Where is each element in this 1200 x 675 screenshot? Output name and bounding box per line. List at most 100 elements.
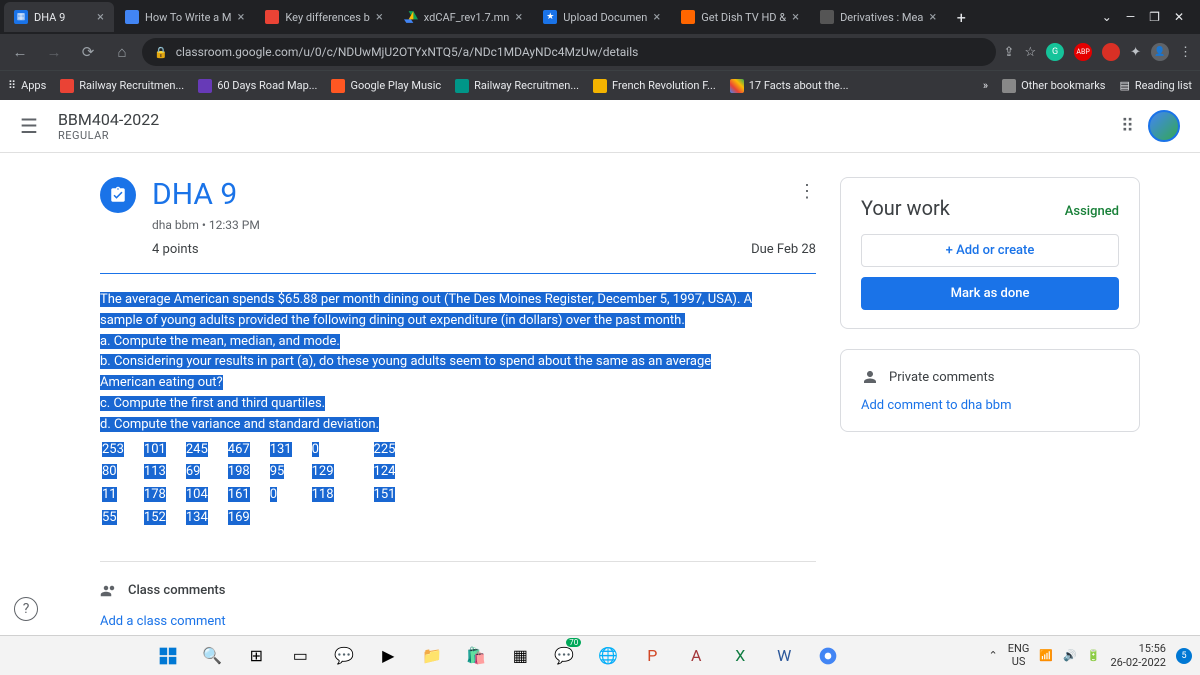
close-icon[interactable]: × <box>653 10 660 25</box>
file-explorer-icon[interactable]: 📁 <box>413 640 451 672</box>
close-icon[interactable]: × <box>97 10 104 25</box>
media-player-icon[interactable]: ▶ <box>369 640 407 672</box>
close-icon[interactable]: × <box>792 10 799 25</box>
extension-icons: ⇪ ☆ G ABP ✦ 👤 ⋮ <box>1004 43 1192 61</box>
bookmarks-overflow[interactable]: » <box>983 79 988 92</box>
bookmark-item[interactable]: Railway Recruitmen... <box>455 79 579 93</box>
grammarly-icon[interactable]: G <box>1046 43 1064 61</box>
minimize-icon[interactable]: — <box>1126 10 1135 24</box>
tab-title: How To Write a M <box>145 11 231 24</box>
app-icon[interactable]: ▦ <box>501 640 539 672</box>
home-button[interactable]: ⌂ <box>110 43 134 61</box>
bookmarks-bar: ⠿Apps Railway Recruitmen... 60 Days Road… <box>0 70 1200 100</box>
due-label: Due Feb 28 <box>751 242 816 257</box>
bookmark-item[interactable]: French Revolution F... <box>593 79 716 93</box>
star-icon[interactable]: ☆ <box>1024 45 1036 60</box>
user-avatar[interactable] <box>1148 110 1180 142</box>
word-icon[interactable]: W <box>765 640 803 672</box>
close-icon[interactable]: × <box>237 10 244 25</box>
private-comments-header: Private comments <box>861 368 1119 386</box>
chrome-icon[interactable] <box>809 640 847 672</box>
extensions-icon[interactable]: ✦ <box>1130 45 1141 60</box>
bookmark-icon <box>198 79 212 93</box>
share-icon[interactable]: ⇪ <box>1004 45 1015 60</box>
bookmark-item[interactable]: Google Play Music <box>331 79 441 93</box>
url-input[interactable]: 🔒 classroom.google.com/u/0/c/NDUwMjU2OTY… <box>142 38 996 66</box>
url-text: classroom.google.com/u/0/c/NDUwMjU2OTYxN… <box>176 45 639 59</box>
bookmark-item[interactable]: Railway Recruitmen... <box>60 79 184 93</box>
language-indicator[interactable]: ENG US <box>1008 643 1030 667</box>
reading-list[interactable]: ▤Reading list <box>1120 79 1193 92</box>
new-tab-button[interactable]: + <box>947 3 975 31</box>
assignment-header: DHA 9 dha bbm • 12:33 PM 4 points Due Fe… <box>100 177 816 257</box>
tab-title: Get Dish TV HD & <box>701 11 786 24</box>
apps-button[interactable]: ⠿Apps <box>8 79 46 92</box>
bookmark-icon <box>331 79 345 93</box>
main-column: DHA 9 dha bbm • 12:33 PM 4 points Due Fe… <box>100 177 816 629</box>
tab-title: Derivatives : Mea <box>840 11 923 24</box>
volume-icon[interactable]: 🔊 <box>1063 649 1077 662</box>
start-button[interactable] <box>149 640 187 672</box>
profile-icon[interactable]: 👤 <box>1151 43 1169 61</box>
table-row: 111781041610118151 <box>102 485 413 506</box>
store-icon[interactable]: 🛍️ <box>457 640 495 672</box>
whatsapp-icon[interactable]: 💬70 <box>545 640 583 672</box>
widgets-button[interactable]: ▭ <box>281 640 319 672</box>
classroom-favicon: ▦ <box>14 10 28 24</box>
maximize-icon[interactable]: ❐ <box>1149 10 1160 24</box>
search-button[interactable]: 🔍 <box>193 640 231 672</box>
url-bar: ← → ⟳ ⌂ 🔒 classroom.google.com/u/0/c/NDU… <box>0 34 1200 70</box>
close-icon[interactable]: × <box>515 10 522 25</box>
powerpoint-icon[interactable]: P <box>633 640 671 672</box>
tab-active[interactable]: ▦ DHA 9 × <box>4 2 114 32</box>
tab[interactable]: Get Dish TV HD & × <box>671 2 809 32</box>
add-or-create-button[interactable]: + Add or create <box>861 234 1119 267</box>
close-icon[interactable]: × <box>376 10 383 25</box>
add-private-comment[interactable]: Add comment to dha bbm <box>861 398 1119 413</box>
tray-chevron[interactable]: ⌃ <box>989 649 998 662</box>
other-bookmarks[interactable]: Other bookmarks <box>1002 79 1105 93</box>
bookmark-item[interactable]: 60 Days Road Map... <box>198 79 317 93</box>
table-row: 2531012454671310225 <box>102 440 413 461</box>
assignment-meta: dha bbm • 12:33 PM <box>152 218 816 232</box>
menu-icon[interactable]: ⋮ <box>1179 45 1192 60</box>
classroom-header: ☰ BBM404-2022 REGULAR ⠿ <box>0 100 1200 153</box>
battery-icon[interactable]: 🔋 <box>1087 649 1101 662</box>
assignment-icon <box>100 177 136 213</box>
record-icon[interactable] <box>1102 43 1120 61</box>
edge-icon[interactable]: 🌐 <box>589 640 627 672</box>
tab[interactable]: Key differences b × <box>255 2 392 32</box>
google-apps-icon[interactable]: ⠿ <box>1121 116 1134 137</box>
excel-icon[interactable]: X <box>721 640 759 672</box>
add-class-comment[interactable]: Add a class comment <box>100 614 816 629</box>
abp-icon[interactable]: ABP <box>1074 43 1092 61</box>
wifi-icon[interactable]: 📶 <box>1039 649 1053 662</box>
bookmark-item[interactable]: 17 Facts about the... <box>730 79 849 93</box>
reload-button[interactable]: ⟳ <box>76 43 100 61</box>
close-window-icon[interactable]: ✕ <box>1174 10 1184 24</box>
chat-icon[interactable]: 💬 <box>325 640 363 672</box>
tab[interactable]: xdCAF_rev1.7.mn × <box>394 2 533 32</box>
tab[interactable]: Derivatives : Mea × <box>810 2 946 32</box>
tab[interactable]: ★ Upload Documen × <box>533 2 670 32</box>
tab-title: DHA 9 <box>34 11 91 24</box>
bookmark-icon <box>730 79 744 93</box>
more-options-button[interactable]: ⋮ <box>798 181 816 202</box>
task-view-button[interactable]: ⊞ <box>237 640 275 672</box>
back-button[interactable]: ← <box>8 43 32 61</box>
mark-done-button[interactable]: Mark as done <box>861 277 1119 310</box>
divider <box>100 273 816 274</box>
favicon <box>125 10 139 24</box>
menu-button[interactable]: ☰ <box>20 114 38 138</box>
bookmark-icon <box>60 79 74 93</box>
taskbar: 🔍 ⊞ ▭ 💬 ▶ 📁 🛍️ ▦ 💬70 🌐 P A X W ⌃ ENG US … <box>0 635 1200 675</box>
help-button[interactable]: ? <box>14 597 38 621</box>
close-icon[interactable]: × <box>929 10 936 25</box>
notifications-badge[interactable]: 5 <box>1176 648 1192 664</box>
clock[interactable]: 15:56 26-02-2022 <box>1110 642 1166 668</box>
tab[interactable]: How To Write a M × <box>115 2 254 32</box>
favicon <box>681 10 695 24</box>
access-icon[interactable]: A <box>677 640 715 672</box>
forward-button[interactable]: → <box>42 43 66 61</box>
chevron-down-icon[interactable]: ⌄ <box>1102 10 1112 24</box>
